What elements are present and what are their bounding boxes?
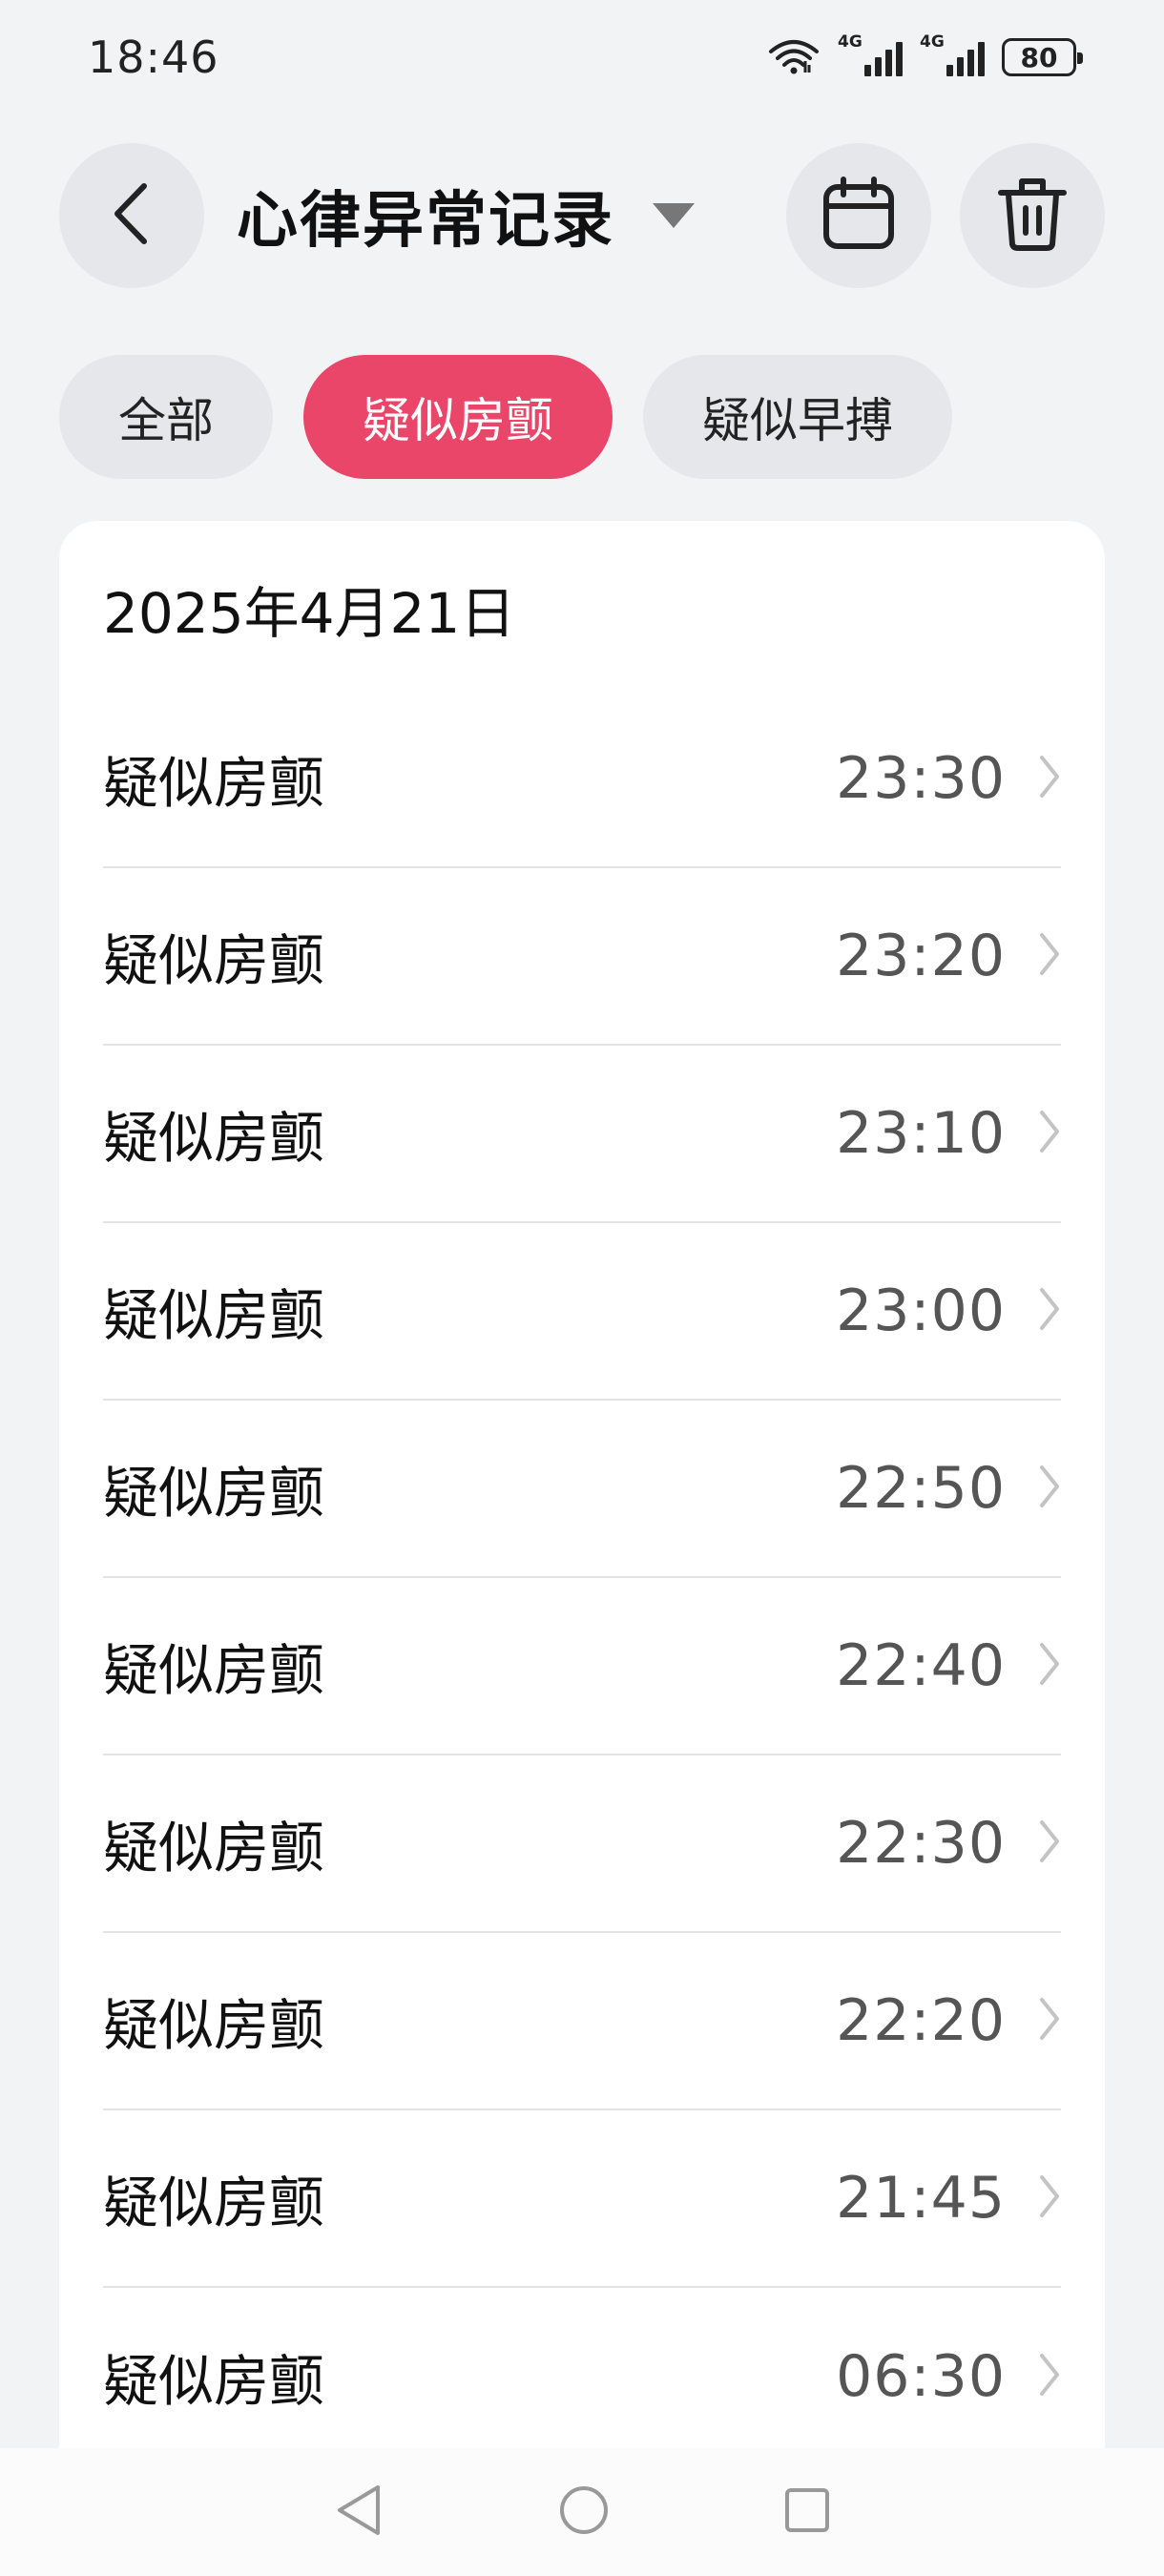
filter-chips: 全部 疑似房颤 疑似早搏 [59, 355, 952, 479]
delete-button[interactable] [960, 143, 1105, 288]
record-item[interactable]: 疑似房颤 22:20 [103, 1933, 1061, 2110]
chevron-right-icon [1038, 2173, 1061, 2223]
record-label: 疑似房颤 [103, 2349, 325, 2414]
filter-chip-premature[interactable]: 疑似早搏 [643, 355, 952, 479]
record-time: 21:45 [836, 2165, 1006, 2232]
calendar-icon [821, 176, 897, 256]
trash-icon [997, 176, 1068, 256]
record-time: 22:20 [836, 1987, 1006, 2054]
calendar-button[interactable] [786, 143, 931, 288]
signal-icon: 4G [838, 32, 903, 76]
chevron-right-icon [1038, 1109, 1061, 1158]
system-nav-bar [0, 2448, 1164, 2576]
record-label: 疑似房颤 [103, 751, 325, 816]
record-label: 疑似房颤 [103, 1638, 325, 1703]
network-type-2: 4G [920, 32, 945, 52]
record-item[interactable]: 疑似房颤 06:30 [103, 2288, 1061, 2448]
chevron-right-icon [1038, 1641, 1061, 1691]
header: 心律异常记录 [0, 143, 1164, 288]
screen: 18:46 4G 4G 80 心律异常记录 全部 疑似房颤 疑似早搏 2025年… [0, 0, 1164, 2576]
chevron-right-icon [1038, 1286, 1061, 1336]
record-label: 疑似房颤 [103, 1993, 325, 2058]
date-heading: 2025年4月21日 [103, 581, 516, 646]
wifi-icon [767, 36, 821, 78]
status-icons: 4G 4G 80 [767, 32, 1083, 78]
chevron-right-icon [1038, 1464, 1061, 1513]
record-label: 疑似房颤 [103, 1106, 325, 1171]
record-time: 23:20 [836, 923, 1006, 989]
nav-home-icon[interactable] [557, 2483, 611, 2541]
chevron-right-icon [1038, 931, 1061, 981]
record-time: 23:10 [836, 1100, 1006, 1167]
battery-icon: 80 [1002, 38, 1083, 76]
record-item[interactable]: 疑似房颤 23:30 [103, 691, 1061, 868]
record-time: 23:00 [836, 1278, 1006, 1344]
status-bar: 18:46 4G 4G 80 [0, 0, 1164, 114]
record-time: 22:50 [836, 1455, 1006, 1522]
record-item[interactable]: 疑似房颤 23:00 [103, 1223, 1061, 1401]
status-time: 18:46 [88, 31, 219, 83]
battery-level: 80 [1020, 41, 1058, 73]
record-time: 22:40 [836, 1632, 1006, 1699]
chevron-right-icon [1038, 2352, 1061, 2401]
chevron-right-icon [1038, 754, 1061, 803]
record-label: 疑似房颤 [103, 1461, 325, 1526]
record-list: 疑似房颤 23:30 疑似房颤 23:20 疑似房颤 23:10 疑似房颤 23… [103, 691, 1061, 2448]
record-label: 疑似房颤 [103, 1816, 325, 1880]
record-item[interactable]: 疑似房颤 23:20 [103, 868, 1061, 1046]
chevron-right-icon [1038, 1996, 1061, 2046]
caret-down-icon [653, 203, 695, 228]
network-type-1: 4G [838, 32, 863, 52]
back-arrow-icon [108, 180, 156, 251]
record-item[interactable]: 疑似房颤 23:10 [103, 1046, 1061, 1223]
signal-icon-2: 4G [920, 32, 985, 76]
page-title: 心律异常记录 [237, 186, 614, 257]
record-time: 23:30 [836, 745, 1006, 812]
back-button[interactable] [59, 143, 204, 288]
record-label: 疑似房颤 [103, 2171, 325, 2235]
records-card: 2025年4月21日 疑似房颤 23:30 疑似房颤 23:20 疑似房颤 23… [59, 521, 1105, 2448]
record-time: 06:30 [836, 2343, 1006, 2410]
record-item[interactable]: 疑似房颤 22:30 [103, 1755, 1061, 1933]
filter-chip-all[interactable]: 全部 [59, 355, 273, 479]
filter-chip-af[interactable]: 疑似房颤 [303, 355, 613, 479]
record-label: 疑似房颤 [103, 928, 325, 993]
record-item[interactable]: 疑似房颤 22:50 [103, 1401, 1061, 1578]
nav-back-icon[interactable] [332, 2482, 385, 2543]
record-label: 疑似房颤 [103, 1283, 325, 1348]
title-dropdown[interactable]: 心律异常记录 [237, 172, 786, 260]
chevron-right-icon [1038, 1818, 1061, 1868]
header-actions [786, 143, 1105, 288]
nav-recents-icon[interactable] [782, 2485, 832, 2539]
record-item[interactable]: 疑似房颤 21:45 [103, 2110, 1061, 2288]
record-item[interactable]: 疑似房颤 22:40 [103, 1578, 1061, 1755]
record-time: 22:30 [836, 1810, 1006, 1877]
